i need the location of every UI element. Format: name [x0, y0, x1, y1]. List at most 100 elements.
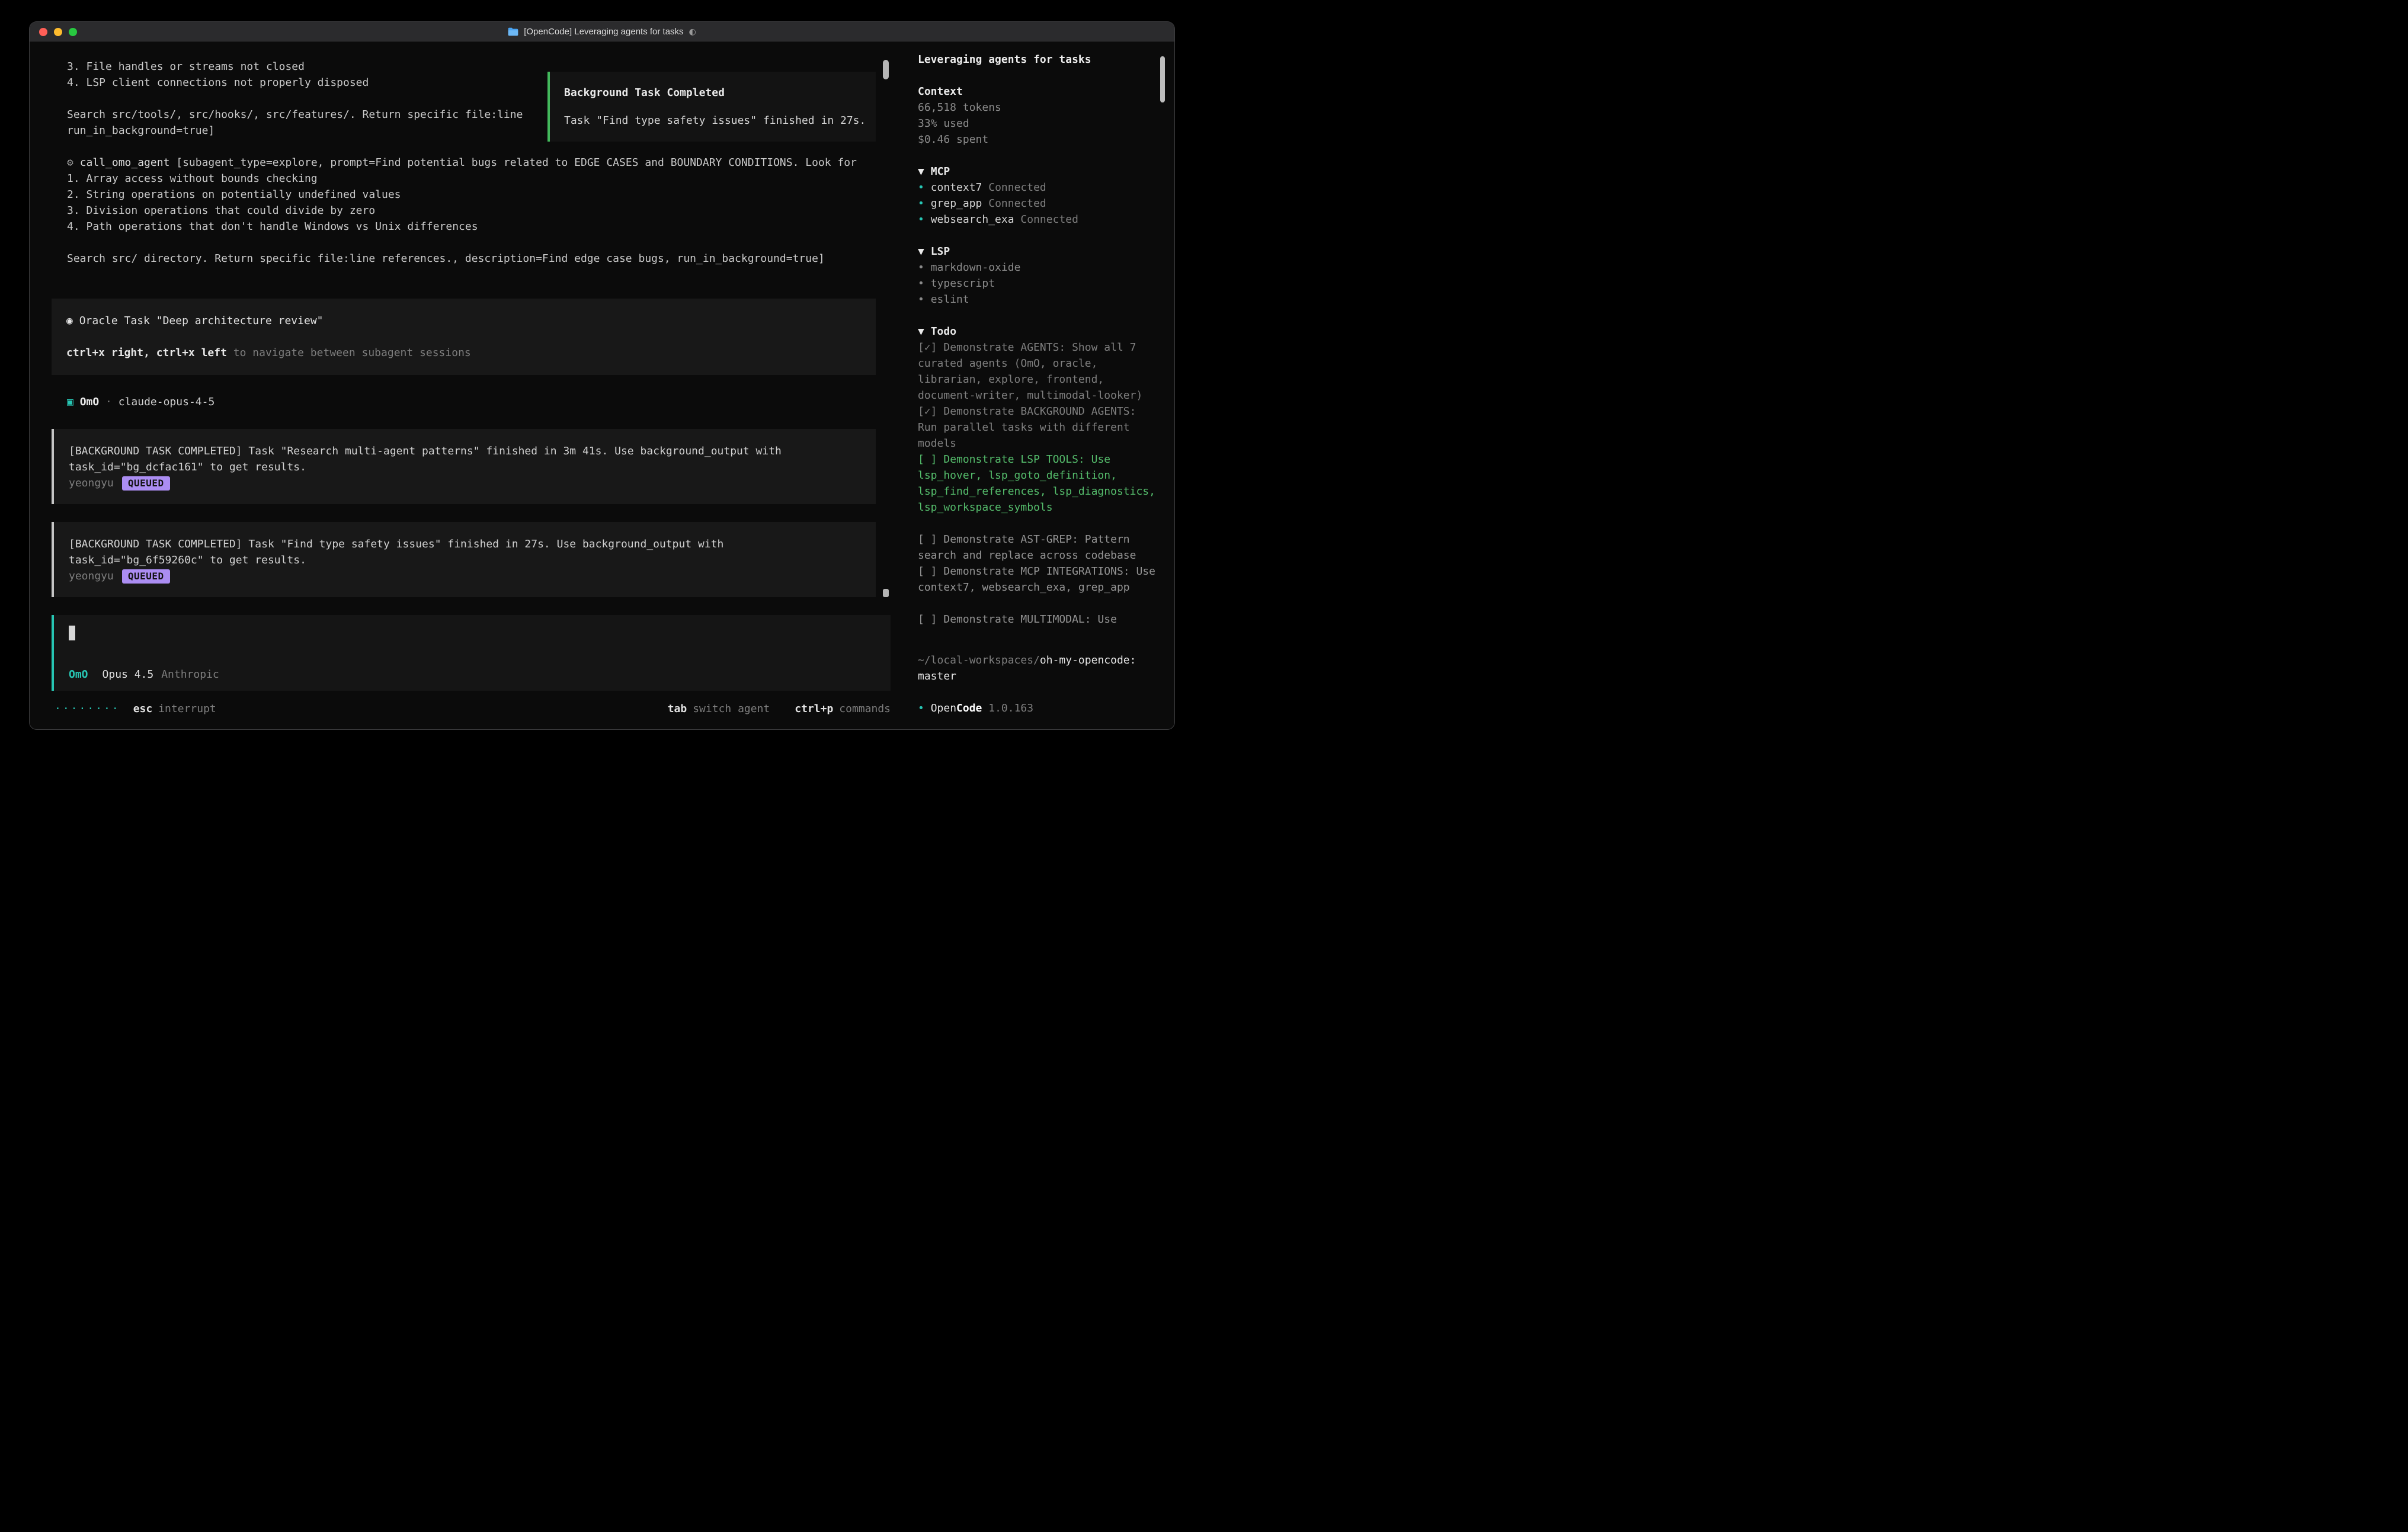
checkbox-checked-icon: [✓]: [918, 405, 937, 418]
terminal-line: 3. Division operations that could divide…: [67, 203, 882, 219]
message-text: [BACKGROUND TASK COMPLETED] Task "Resear…: [69, 443, 864, 459]
titlebar: [OpenCode] Leveraging agents for tasks ◐: [30, 22, 1174, 42]
notification-body: Task "Find type safety issues" finished …: [564, 113, 862, 129]
sidebar: Leveraging agents for tasks Context 66,5…: [905, 42, 1174, 729]
mcp-item: • context7 Connected: [918, 180, 1160, 195]
terminal-line: 2. String operations on potentially unde…: [67, 187, 882, 203]
checkbox-empty-icon: [ ]: [918, 453, 937, 466]
bullet-icon: •: [918, 197, 924, 210]
checkbox-checked-icon: [✓]: [918, 341, 937, 354]
terminal-line: 1. Array access without bounds checking: [67, 171, 882, 187]
window-title: [OpenCode] Leveraging agents for tasks: [524, 27, 683, 37]
todo-item: [ ] Demonstrate AST-GREP: Pattern search…: [918, 531, 1160, 563]
notification-title: Background Task Completed: [564, 85, 862, 101]
bullet-icon: •: [918, 261, 924, 274]
hint-text: to navigate between subagent sessions: [227, 347, 471, 359]
main-scrollbar-thumb[interactable]: [883, 60, 889, 79]
agent-header: ▣ OmO · claude-opus-4-5: [67, 394, 882, 410]
mcp-item: • websearch_exa Connected: [918, 211, 1160, 227]
todo-item: [ ] Demonstrate MULTIMODAL: Use: [918, 611, 1160, 627]
commands-hint: ctrl+pcommands: [795, 703, 891, 715]
terminal-line: 4. Path operations that don't handle Win…: [67, 219, 882, 235]
message-text: [BACKGROUND TASK COMPLETED] Task "Find t…: [69, 536, 864, 552]
message-author: yeongyu: [69, 568, 114, 584]
checkbox-empty-icon: [ ]: [918, 613, 937, 626]
sidebar-scrollbar-thumb[interactable]: [1160, 56, 1165, 102]
tab-hint: tabswitch agent: [668, 703, 770, 715]
notification-toast: Background Task Completed Task "Find typ…: [547, 72, 876, 142]
lsp-item: • typescript: [918, 275, 1160, 291]
lsp-item: • markdown-oxide: [918, 259, 1160, 275]
context-used: 33% used: [918, 116, 1160, 132]
message-text: task_id="bg_6f59260c" to get results.: [69, 552, 864, 568]
workspace-path: ~/local-workspaces/oh-my-opencode: maste…: [918, 652, 1160, 684]
workspace-prefix: ~/local-workspaces/: [918, 654, 1040, 666]
opencode-window: [OpenCode] Leveraging agents for tasks ◐…: [30, 22, 1174, 729]
app-version: • OpenCode 1.0.163: [918, 700, 1160, 716]
window-title-area: [OpenCode] Leveraging agents for tasks ◐: [508, 27, 696, 37]
message-author: yeongyu: [69, 475, 114, 491]
git-branch: master: [918, 670, 956, 682]
bullet-icon: •: [918, 293, 924, 306]
checkbox-empty-icon: [ ]: [918, 533, 937, 546]
kbd-shortcut: ctrl+x right, ctrl+x left: [66, 347, 227, 359]
todo-item: [ ] Demonstrate MCP INTEGRATIONS: Use co…: [918, 563, 1160, 595]
task-message: [BACKGROUND TASK COMPLETED] Task "Resear…: [52, 429, 876, 504]
oracle-task-title: Oracle Task "Deep architecture review": [79, 315, 324, 327]
main-pane: 3. File handles or streams not closed 4.…: [30, 42, 905, 729]
checkbox-empty-icon: [ ]: [918, 565, 937, 578]
tool-args: [subagent_type=explore, prompt=Find pote…: [176, 156, 857, 169]
bullet-icon: •: [918, 213, 924, 226]
tool-name: call_omo_agent: [80, 156, 170, 169]
active-agent-label: OmO: [69, 666, 88, 682]
bullet-icon: •: [918, 702, 924, 714]
conversation-area[interactable]: 3. File handles or streams not closed 4.…: [30, 42, 905, 693]
text-cursor: [69, 626, 75, 640]
todo-section-heading[interactable]: ▼ Todo: [918, 323, 1160, 339]
traffic-lights: [39, 22, 77, 41]
todo-item: [✓] Demonstrate BACKGROUND AGENTS: Run p…: [918, 403, 1160, 451]
prompt-input[interactable]: OmO Opus 4.5 Anthropic: [52, 615, 891, 691]
separator-dot: ·: [105, 396, 112, 408]
esc-hint: escinterrupt: [133, 703, 216, 715]
bullet-icon: •: [918, 181, 924, 194]
todo-item: [✓] Demonstrate AGENTS: Show all 7 curat…: [918, 339, 1160, 403]
model-label: Opus 4.5: [103, 666, 154, 682]
workspace-name: oh-my-opencode:: [1040, 654, 1136, 666]
close-button[interactable]: [39, 28, 47, 36]
context-tokens: 66,518 tokens: [918, 100, 1160, 116]
task-message: [BACKGROUND TASK COMPLETED] Task "Find t…: [52, 522, 876, 597]
gear-icon: ⚙: [67, 156, 73, 169]
lsp-item: • eslint: [918, 291, 1160, 307]
input-meta: OmO Opus 4.5 Anthropic: [69, 666, 879, 682]
mcp-section-heading[interactable]: ▼ MCP: [918, 164, 1160, 180]
status-badge: QUEUED: [122, 476, 170, 491]
main-scrollbar-end[interactable]: [883, 589, 889, 597]
message-text: task_id="bg_dcfac161" to get results.: [69, 459, 864, 475]
minimize-button[interactable]: [54, 28, 62, 36]
spinner-dots: ········: [55, 703, 120, 715]
mcp-item: • grep_app Connected: [918, 195, 1160, 211]
status-bar: ········ escinterrupt tabswitch agent ct…: [30, 693, 905, 729]
desktop: { "colors": { "accent_teal": "#27c6b4", …: [0, 0, 1204, 766]
agent-model: claude-opus-4-5: [119, 396, 215, 408]
chevron-down-icon: ▼: [918, 245, 924, 258]
todo-item: [ ] Demonstrate LSP TOOLS: Use lsp_hover…: [918, 451, 1160, 515]
half-circle-icon: ◐: [689, 27, 696, 37]
bullet-icon: •: [918, 277, 924, 290]
session-title: Leveraging agents for tasks: [918, 52, 1160, 68]
context-spent: $0.46 spent: [918, 132, 1160, 148]
oracle-task-card[interactable]: ◉ Oracle Task "Deep architecture review"…: [52, 299, 876, 375]
fisheye-icon: ◉: [66, 315, 73, 327]
status-badge: QUEUED: [122, 569, 170, 584]
chevron-down-icon: ▼: [918, 325, 924, 338]
provider-label: Anthropic: [161, 666, 219, 682]
terminal-line: Search src/ directory. Return specific f…: [67, 251, 882, 267]
folder-icon: [508, 27, 518, 36]
lsp-section-heading[interactable]: ▼ LSP: [918, 243, 1160, 259]
zoom-button[interactable]: [69, 28, 77, 36]
agent-name: OmO: [80, 396, 100, 408]
tool-call-line: ⚙ call_omo_agent [subagent_type=explore,…: [67, 155, 882, 171]
navigation-hint: ctrl+x right, ctrl+x left to navigate be…: [66, 345, 864, 361]
context-heading: Context: [918, 84, 1160, 100]
